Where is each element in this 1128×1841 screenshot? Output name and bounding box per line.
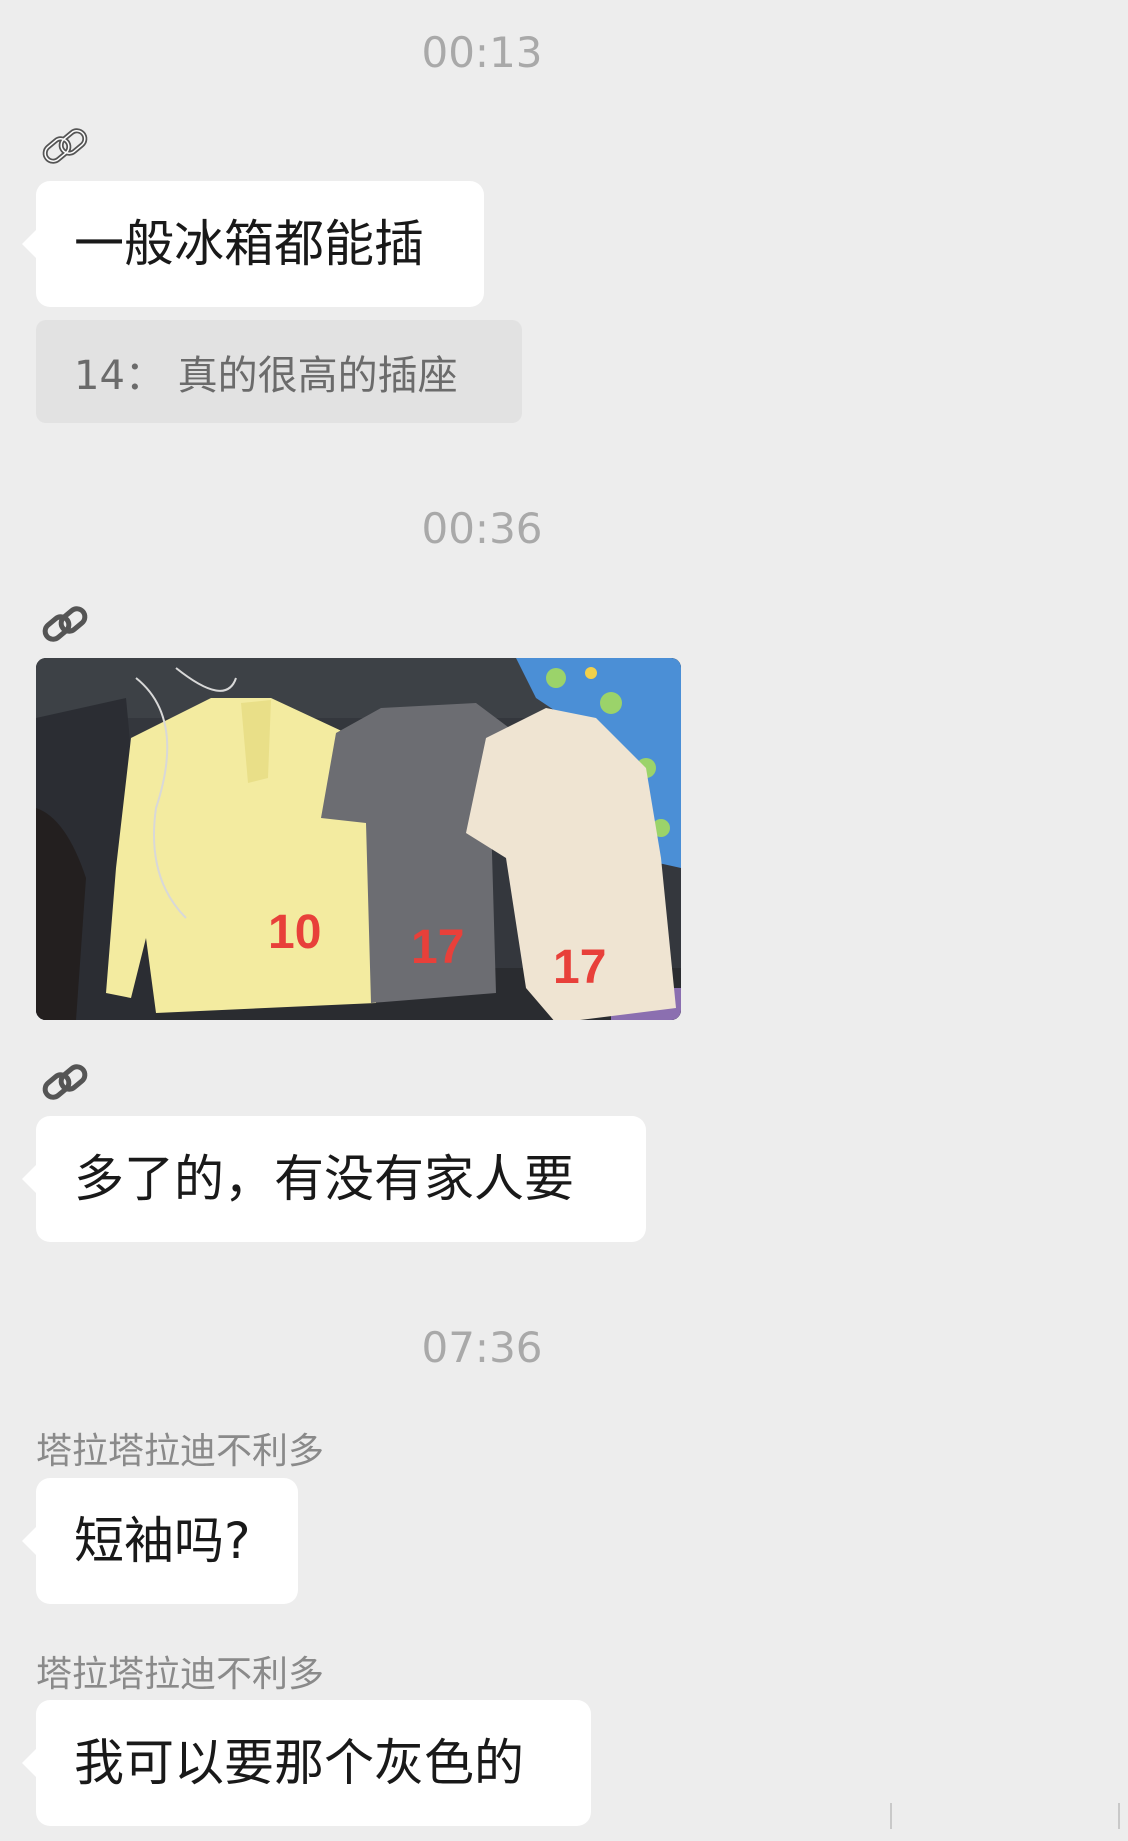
message-text: 多了的，有没有家人要 [74,1150,574,1208]
sender-name[interactable]: 塔拉塔拉迪不利多 [36,1645,324,1697]
scroll-indicator [890,1803,892,1829]
timestamp: 07:36 [421,1323,543,1372]
message-text: 我可以要那个灰色的 [74,1734,524,1792]
message-bubble[interactable]: 短袖吗? [22,1478,298,1604]
message-bubble[interactable]: 我可以要那个灰色的 [22,1700,591,1826]
photo-label-cream: 17 [553,941,606,994]
message-text: 短袖吗? [74,1512,251,1570]
link-icon [42,1064,88,1100]
photo-message[interactable]: 10 17 17 [36,658,681,1020]
link-icon [42,128,88,164]
scroll-indicator [1118,1803,1120,1829]
message-bubble[interactable]: 多了的，有没有家人要 [22,1116,646,1242]
photo-label-gray: 17 [411,921,464,974]
timestamp: 00:13 [421,28,543,77]
quoted-message[interactable]: 14： 真的很高的插座 [36,320,522,423]
clothes-photo: 10 17 17 [36,658,681,1020]
timestamp: 00:36 [421,504,543,553]
message-text: 一般冰箱都能插 [74,215,424,273]
photo-label-yellow: 10 [268,906,321,959]
quoted-text: 14： 真的很高的插座 [74,352,458,399]
sender-name[interactable]: 塔拉塔拉迪不利多 [36,1422,324,1474]
message-bubble[interactable]: 一般冰箱都能插 [22,181,484,307]
link-icon [42,606,88,642]
